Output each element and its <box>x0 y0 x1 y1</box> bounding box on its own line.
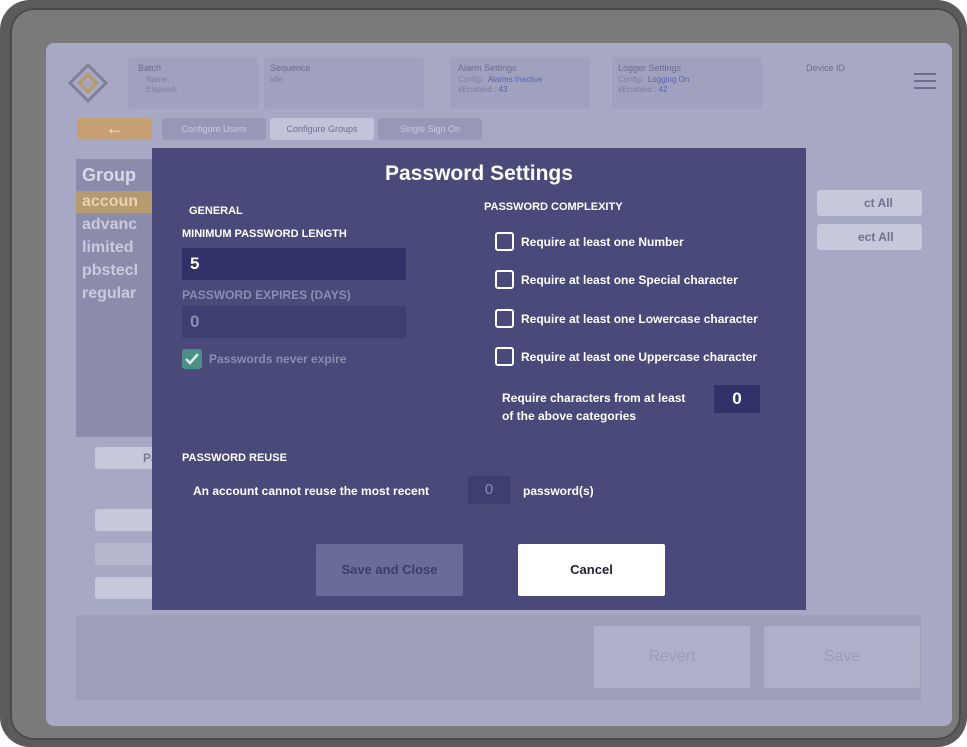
group-item[interactable]: advanc <box>76 214 162 236</box>
expires-input[interactable]: 0 <box>182 306 406 338</box>
tab-single-sign-on[interactable]: Single Sign On <box>378 118 482 140</box>
revert-button[interactable]: Revert <box>594 626 750 688</box>
min-length-input[interactable]: 5 <box>182 248 406 280</box>
categories-count-input[interactable]: 0 <box>714 385 760 413</box>
require-number-checkbox[interactable] <box>495 232 514 251</box>
batch-name-label: Name: <box>146 75 170 84</box>
group-item[interactable]: pbstecl <box>76 260 162 282</box>
require-number-label: Require at least one Number <box>521 235 684 249</box>
group-item[interactable]: regular <box>76 283 162 305</box>
reuse-count-input[interactable]: 0 <box>468 476 510 504</box>
logger-title: Logger Settings <box>618 63 682 73</box>
alarm-settings-panel[interactable]: Alarm Settings Config: Alarms Inactive #… <box>450 57 590 109</box>
hamburger-menu-icon[interactable] <box>914 73 936 89</box>
alarm-config-label: Config: <box>458 75 484 84</box>
require-special-checkbox[interactable] <box>495 270 514 289</box>
group-item[interactable]: accoun <box>76 191 162 213</box>
batch-elapsed-label: Elapsed: <box>146 85 178 94</box>
logger-enabled-value: 42 <box>658 85 668 94</box>
logger-enabled: #Enabled : 42 <box>618 85 667 94</box>
device-id-title: Device ID <box>806 63 846 73</box>
select-all-button[interactable]: ct All <box>817 190 922 216</box>
never-expire-checkbox[interactable] <box>182 349 202 369</box>
batch-panel: Batch Name: Elapsed: <box>128 57 258 109</box>
min-length-label: MINIMUM PASSWORD LENGTH <box>182 228 347 240</box>
categories-text-line1: Require characters from at least <box>502 391 686 405</box>
save-button[interactable]: Save <box>764 626 920 688</box>
expires-label: PASSWORD EXPIRES (DAYS) <box>182 288 351 302</box>
logger-settings-panel[interactable]: Logger Settings Config: Logging On #Enab… <box>612 57 762 109</box>
logger-config-value: Logging On <box>647 75 690 84</box>
alarm-config: Config: Alarms Inactive <box>458 75 543 84</box>
require-lowercase-checkbox[interactable] <box>495 309 514 328</box>
group-label: Group <box>82 165 136 185</box>
never-expire-label: Passwords never expire <box>209 352 347 366</box>
deselect-all-button[interactable]: ect All <box>817 224 922 250</box>
sequence-panel: Sequence Idle <box>264 57 424 109</box>
device-id-panel: Device ID <box>776 57 876 109</box>
require-lowercase-label: Require at least one Lowercase character <box>521 312 758 326</box>
complexity-section-heading: PASSWORD COMPLEXITY <box>484 201 623 213</box>
logger-enabled-label: #Enabled : <box>618 85 657 94</box>
reuse-text-after: password(s) <box>523 484 594 498</box>
password-settings-dialog: Password Settings GENERAL MINIMUM PASSWO… <box>152 148 806 610</box>
sequence-state: Idle <box>270 75 283 84</box>
sequence-title: Sequence <box>270 63 311 73</box>
require-uppercase-checkbox[interactable] <box>495 347 514 366</box>
save-and-close-button[interactable]: Save and Close <box>316 544 463 596</box>
reuse-text-before: An account cannot reuse the most recent <box>193 484 430 498</box>
alarm-title: Alarm Settings <box>458 63 517 73</box>
dialog-title: Password Settings <box>385 162 573 185</box>
select-all-label: ct All <box>864 196 893 210</box>
batch-title: Batch <box>138 63 162 73</box>
logger-config: Config: Logging On <box>618 75 689 84</box>
tab-configure-users[interactable]: Configure Users <box>162 118 266 140</box>
alarm-config-value: Alarms Inactive <box>487 75 543 84</box>
back-button[interactable]: ← <box>77 118 152 140</box>
tab-configure-groups[interactable]: Configure Groups <box>270 118 374 140</box>
alarm-enabled-value: 43 <box>498 85 508 94</box>
cancel-button[interactable]: Cancel <box>518 544 665 596</box>
check-icon <box>185 353 199 365</box>
deselect-all-label: ect All <box>858 230 894 244</box>
group-item[interactable]: limited <box>76 237 162 259</box>
categories-text-line2: of the above categories <box>502 409 637 423</box>
alarm-enabled-label: #Enabled : <box>458 85 497 94</box>
app-logo-icon <box>68 63 108 103</box>
logger-config-label: Config: <box>618 75 644 84</box>
require-uppercase-label: Require at least one Uppercase character <box>521 350 758 364</box>
general-section-heading: GENERAL <box>189 205 243 217</box>
require-special-label: Require at least one Special character <box>521 273 738 287</box>
reuse-section-heading: PASSWORD REUSE <box>182 452 287 464</box>
alarm-enabled: #Enabled : 43 <box>458 85 507 94</box>
